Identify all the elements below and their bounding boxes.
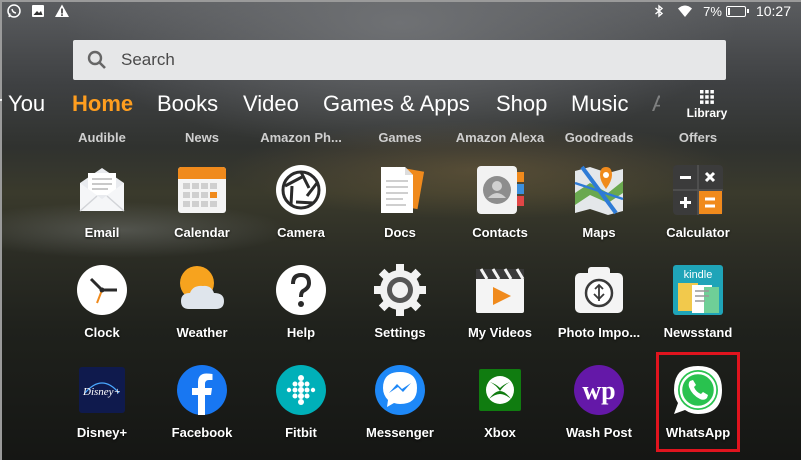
library-button[interactable]: Library <box>686 90 728 120</box>
app-calculator[interactable]: Calculator <box>648 163 748 263</box>
app-facebook[interactable]: Facebook <box>152 363 252 460</box>
calendar-icon <box>178 167 226 213</box>
warning-icon <box>55 4 69 17</box>
wifi-icon <box>678 5 693 17</box>
library-label: Library <box>686 106 728 120</box>
whatsapp-notification-icon <box>7 4 21 18</box>
disney-plus-icon: Disney+ <box>79 367 125 413</box>
app-label-amazon-photos[interactable]: Amazon Ph... <box>251 130 351 145</box>
app-label-amazon-alexa[interactable]: Amazon Alexa <box>450 130 550 145</box>
tab-home[interactable]: Home <box>72 91 133 117</box>
app-camera[interactable]: Camera <box>251 163 351 263</box>
tab-for-you[interactable]: r You <box>0 91 45 117</box>
tab-music[interactable]: Music <box>571 91 628 117</box>
app-label: Newsstand <box>663 325 733 340</box>
app-label: Calculator <box>666 225 730 240</box>
search-input[interactable] <box>121 50 681 70</box>
app-label: My Videos <box>467 325 533 340</box>
search-bar[interactable] <box>73 40 726 80</box>
weather-icon <box>180 266 224 309</box>
my-videos-icon <box>476 268 525 313</box>
app-calendar[interactable]: Calendar <box>152 163 252 263</box>
app-disney-plus[interactable]: Disney+ Disney+ <box>52 363 152 460</box>
xbox-icon <box>479 369 521 411</box>
app-label: Wash Post <box>566 425 632 440</box>
app-label: Docs <box>384 225 416 240</box>
app-clock[interactable]: Clock <box>52 263 152 363</box>
kindle-wordmark: kindle <box>684 269 713 281</box>
app-messenger[interactable]: Messenger <box>350 363 450 460</box>
app-label: Xbox <box>484 425 516 440</box>
app-label: Weather <box>176 325 228 340</box>
app-newsstand[interactable]: kindle Newsstand <box>648 263 748 363</box>
docs-icon <box>381 166 425 213</box>
app-label: Settings <box>374 325 426 340</box>
battery-percent: 7% <box>703 3 722 19</box>
camera-icon <box>276 165 326 215</box>
app-label: Clock <box>84 325 120 340</box>
app-settings[interactable]: Settings <box>350 263 450 363</box>
app-help[interactable]: Help <box>251 263 351 363</box>
settings-icon <box>374 264 426 316</box>
category-tabs: r You Home Books Video Games & Apps Shop… <box>0 91 660 123</box>
app-photo-import[interactable]: Photo Impo... <box>549 263 649 363</box>
app-wash-post[interactable]: wp Wash Post <box>549 363 649 460</box>
disney-wordmark: Disney+ <box>82 386 121 398</box>
contacts-icon <box>477 166 524 214</box>
tab-games-apps[interactable]: Games & Apps <box>323 91 470 117</box>
messenger-icon <box>375 365 425 415</box>
app-xbox[interactable]: Xbox <box>450 363 550 460</box>
app-email[interactable]: Email <box>52 163 152 263</box>
app-contacts[interactable]: Contacts <box>450 163 550 263</box>
app-fitbit[interactable]: Fitbit <box>251 363 351 460</box>
app-label: Disney+ <box>76 425 128 440</box>
email-icon <box>79 168 125 212</box>
help-icon <box>276 265 326 315</box>
app-label: Camera <box>277 225 325 240</box>
fitbit-icon <box>276 365 326 415</box>
tab-video[interactable]: Video <box>243 91 299 117</box>
app-maps[interactable]: Maps <box>549 163 649 263</box>
app-label: Photo Impo... <box>557 325 641 340</box>
app-label: Contacts <box>472 225 528 240</box>
app-label: Fitbit <box>285 425 317 440</box>
app-label: Email <box>84 225 120 240</box>
app-label-games[interactable]: Games <box>350 130 450 145</box>
app-label-audible[interactable]: Audible <box>52 130 152 145</box>
wp-wordmark: wp <box>582 376 615 405</box>
app-label: Facebook <box>171 425 233 440</box>
status-bar: 7% 10:27 <box>0 0 801 24</box>
app-label: Calendar <box>174 225 230 240</box>
app-label: Messenger <box>366 425 434 440</box>
partial-app-row: Audible News Amazon Ph... Games Amazon A… <box>52 128 752 148</box>
app-weather[interactable]: Weather <box>152 263 252 363</box>
tab-shop[interactable]: Shop <box>496 91 547 117</box>
app-grid: Audible News Amazon Ph... Games Amazon A… <box>52 128 752 460</box>
battery-charging-icon <box>725 5 749 17</box>
app-label-goodreads[interactable]: Goodreads <box>549 130 649 145</box>
wash-post-icon: wp <box>574 365 624 415</box>
newsstand-icon: kindle <box>673 265 723 315</box>
image-notification-icon <box>32 5 44 17</box>
clock-time: 10:27 <box>755 3 791 19</box>
calculator-icon <box>673 165 723 215</box>
search-icon <box>87 50 106 69</box>
tab-audible[interactable]: Aud <box>652 91 660 117</box>
photo-import-icon <box>575 267 623 313</box>
app-label: Help <box>286 325 316 340</box>
app-my-videos[interactable]: My Videos <box>450 263 550 363</box>
app-label-news[interactable]: News <box>152 130 252 145</box>
highlight-box <box>656 352 740 452</box>
app-label: Maps <box>582 225 616 240</box>
facebook-icon <box>177 365 227 415</box>
tab-books[interactable]: Books <box>157 91 218 117</box>
maps-icon <box>574 165 624 215</box>
app-docs[interactable]: Docs <box>350 163 450 263</box>
app-label-offers[interactable]: Offers <box>648 130 748 145</box>
bluetooth-icon <box>655 4 664 18</box>
clock-icon <box>77 265 127 315</box>
grid-icon <box>700 90 714 104</box>
